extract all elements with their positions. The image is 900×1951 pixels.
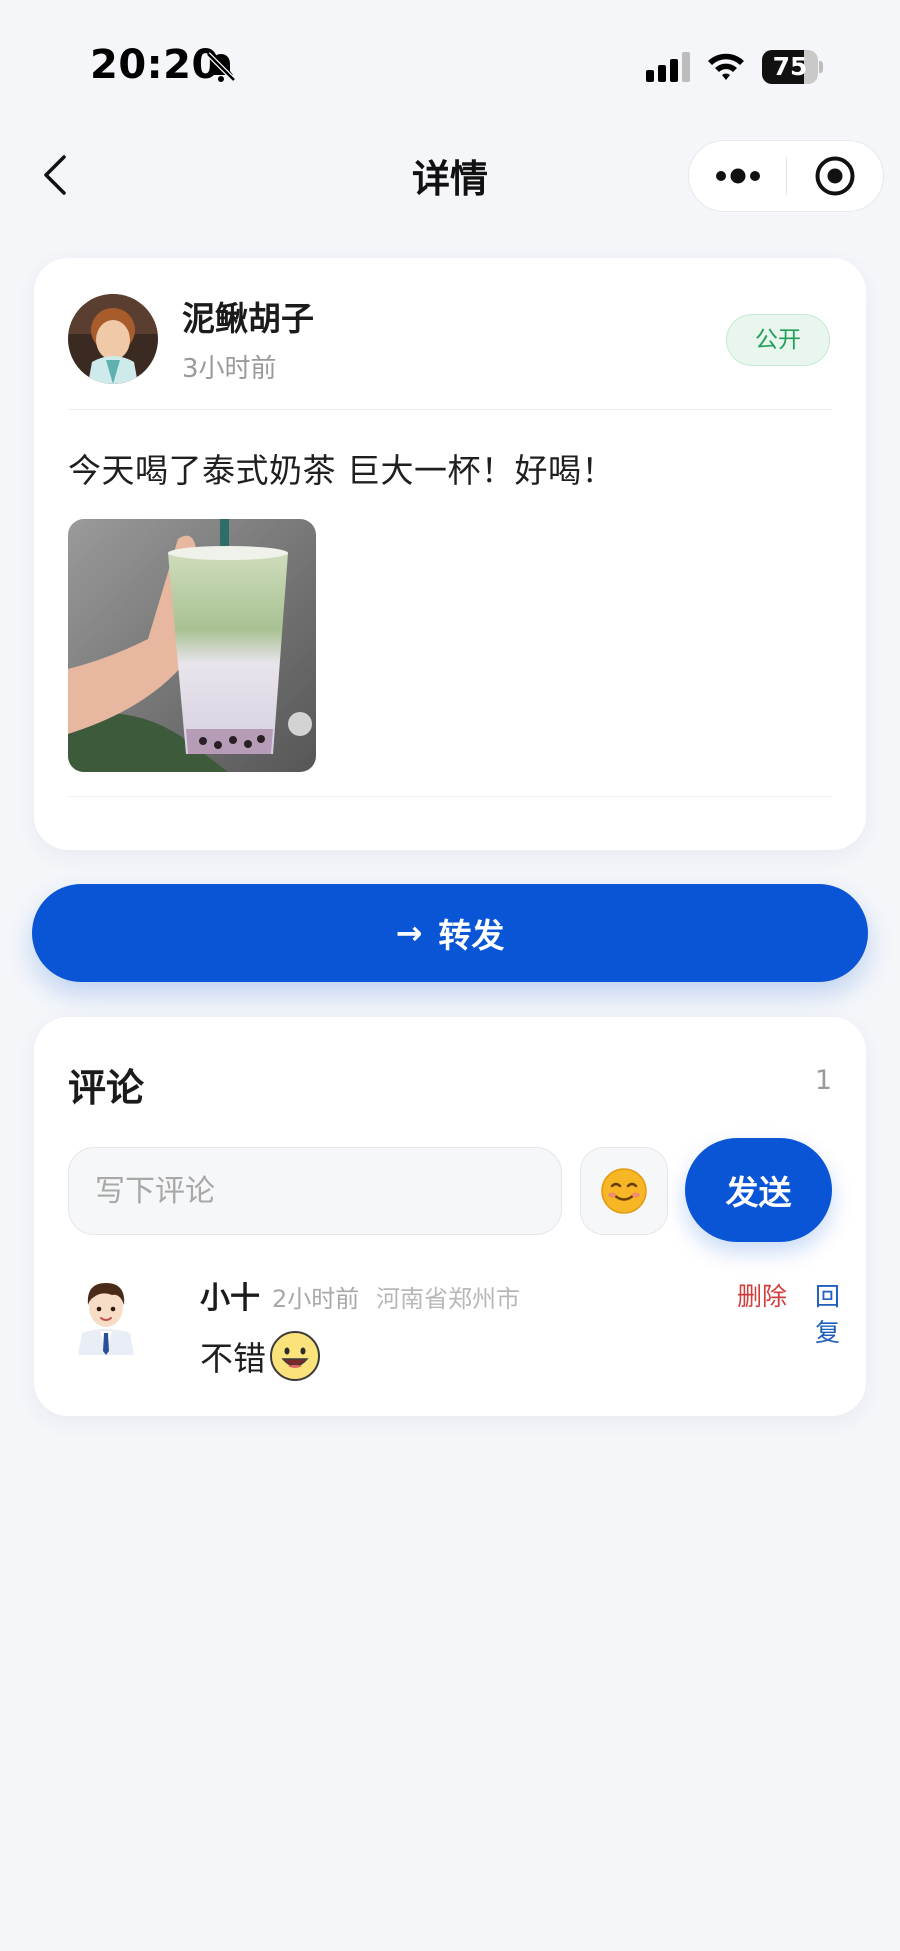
- comment-text: 不错: [200, 1339, 266, 1378]
- comment-location: 河南省郑州市: [376, 1285, 520, 1313]
- status-bar: 20:20 75: [0, 0, 900, 120]
- author-name[interactable]: 泥鳅胡子: [182, 292, 314, 340]
- forward-label: 转发: [438, 916, 505, 955]
- wifi-icon: [708, 53, 744, 80]
- child-photo-avatar-icon: [68, 294, 158, 384]
- comment-card: 评论 1 发送: [34, 1017, 866, 1416]
- send-button[interactable]: 发送: [685, 1138, 832, 1242]
- cellular-signal-icon: [646, 52, 690, 82]
- visibility-badge: 公开: [726, 314, 830, 366]
- reply-comment-button[interactable]: 回复: [815, 1277, 840, 1349]
- detail-page: 20:20 75 详情 泥鳅胡子 3小时前 公开 今天喝了泰式奶茶 巨大一杯！好…: [0, 0, 900, 1951]
- smiling-face-icon: [601, 1168, 647, 1214]
- more-button[interactable]: [689, 140, 786, 212]
- comment-text-row: 不错: [200, 1329, 322, 1383]
- author-avatar[interactable]: [68, 294, 158, 384]
- comment-time: 2小时前: [272, 1285, 360, 1313]
- boy-cartoon-avatar-icon: [68, 1271, 144, 1355]
- milk-tea-photo-icon: [68, 519, 316, 772]
- post-time: 3小时前: [182, 354, 277, 384]
- nav-bar: 详情: [0, 130, 900, 220]
- target-icon: [815, 156, 855, 196]
- forward-button[interactable]: → 转发: [32, 884, 868, 982]
- comment-input[interactable]: [68, 1147, 562, 1235]
- commenter-avatar[interactable]: [68, 1271, 144, 1355]
- more-dots-icon: [715, 168, 760, 184]
- post-text: 今天喝了泰式奶茶 巨大一杯！好喝！: [68, 451, 615, 490]
- divider: [68, 409, 832, 410]
- status-time: 20:20: [90, 42, 220, 88]
- bell-muted-icon: [206, 52, 236, 82]
- arrow-right-icon: →: [395, 914, 423, 952]
- divider: [68, 796, 832, 797]
- post-card: 泥鳅胡子 3小时前 公开 今天喝了泰式奶茶 巨大一杯！好喝！: [34, 258, 866, 850]
- delete-comment-button[interactable]: 删除: [737, 1277, 787, 1313]
- battery-icon: 75: [762, 50, 823, 84]
- battery-level-text: 75: [772, 52, 808, 81]
- comment-section-title: 评论: [68, 1066, 145, 1110]
- grinning-face-icon: [270, 1331, 320, 1381]
- emoji-button[interactable]: [580, 1147, 668, 1235]
- post-image[interactable]: [68, 519, 316, 772]
- close-mini-program-button[interactable]: [787, 140, 883, 212]
- mini-program-capsule: [688, 140, 884, 212]
- commenter-name[interactable]: 小十: [200, 1273, 260, 1317]
- comment-count: 1: [814, 1065, 832, 1096]
- comment-item: 小十 2小时前 河南省郑州市 删除 回复 不错: [68, 1271, 840, 1391]
